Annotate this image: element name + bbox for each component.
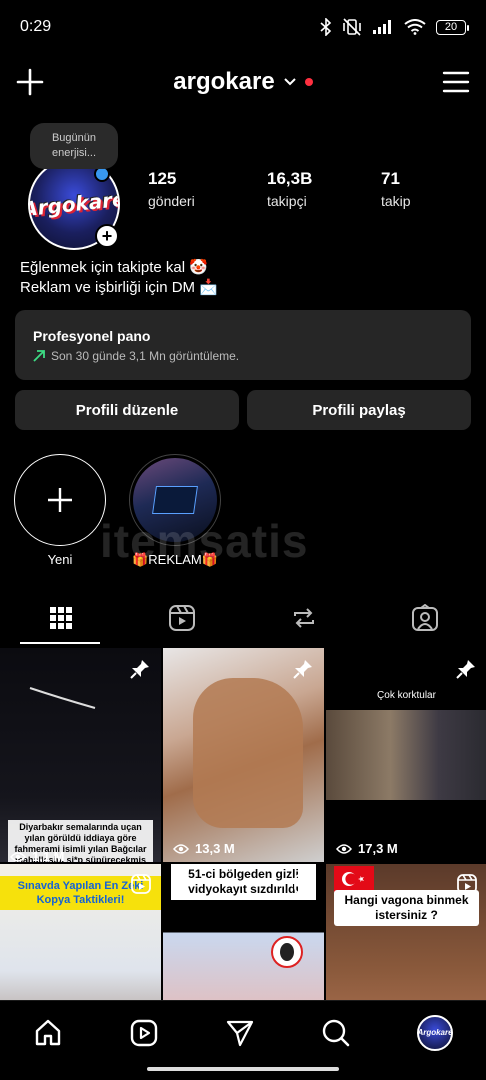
- status-time: 0:29: [20, 18, 52, 35]
- watermark: itemsatis: [100, 515, 309, 567]
- dashboard-views-text: Son 30 günde 3,1 Mn görüntüleme.: [51, 349, 240, 363]
- followers-count: 16,3B: [267, 169, 313, 188]
- home-icon[interactable]: [33, 1018, 63, 1048]
- battery-indicator: 20: [436, 19, 469, 35]
- eye-icon: [10, 851, 26, 862]
- profile-nav-avatar[interactable]: Argokare: [417, 1014, 453, 1051]
- trend-up-arrow-icon: [33, 350, 45, 362]
- tagged-user-icon: [412, 604, 439, 631]
- tab-tagged[interactable]: [365, 592, 486, 644]
- dashboard-subtitle: Son 30 günde 3,1 Mn görüntüleme.: [33, 349, 453, 363]
- active-tab-indicator: [20, 642, 100, 644]
- stat-posts[interactable]: 125 gönderi: [148, 169, 195, 209]
- home-indicator[interactable]: [147, 1067, 339, 1071]
- reel-icon: [457, 874, 477, 894]
- post-tile[interactable]: Hangi vagona binmek istersiniz ?: [326, 864, 486, 1000]
- battery-level: 20: [444, 21, 458, 33]
- create-plus-icon[interactable]: [16, 68, 44, 96]
- new-highlight-circle: [14, 454, 106, 546]
- signal-icon: [373, 20, 391, 34]
- bio-line-2: Reklam ve işbirliği için DM 📩: [20, 279, 218, 296]
- bottom-navigation: Argokare: [0, 1000, 486, 1064]
- search-icon[interactable]: [321, 1018, 351, 1048]
- post-tile[interactable]: Sınavda Yapılan En Zeki Kopya Taktikleri…: [0, 864, 161, 1000]
- send-message-icon[interactable]: [225, 1018, 255, 1048]
- stat-followers[interactable]: 16,3B takipçi: [267, 169, 312, 209]
- post-tile[interactable]: Diyarbakır semalarında uçan yılan görüld…: [0, 648, 161, 862]
- bluetooth-icon: [320, 18, 332, 36]
- alien-icon: [271, 936, 303, 968]
- tab-grid[interactable]: [0, 592, 122, 644]
- posts-grid: Diyarbakır semalarında uçan yılan görüld…: [0, 648, 486, 1000]
- post-tile[interactable]: 13,3 M: [163, 648, 324, 862]
- turkey-flag-icon: [334, 866, 374, 892]
- share-profile-button[interactable]: Profili paylaş: [247, 390, 471, 430]
- tab-reposts[interactable]: [243, 592, 365, 644]
- wifi-icon: [404, 19, 426, 35]
- notification-dot: [304, 78, 313, 86]
- menu-icon[interactable]: [442, 70, 470, 94]
- reels-icon: [169, 605, 196, 631]
- view-count-text: 13,3 M: [195, 841, 235, 856]
- grid-icon: [49, 607, 72, 629]
- view-count: 13,3 M: [173, 841, 235, 856]
- status-icons: 20: [320, 18, 469, 36]
- post-caption: Hangi vagona binmek istersiniz ?: [334, 890, 479, 926]
- view-count: 1,1 M: [10, 849, 65, 862]
- view-count: 17,3 M: [336, 841, 398, 856]
- followers-label: takipçi: [267, 193, 307, 209]
- bio-line-1: Eğlenmek için takipte kal 🤡: [20, 259, 208, 276]
- posts-label: gönderi: [148, 193, 195, 209]
- post-image-scene: [326, 710, 486, 800]
- username: argokare: [173, 68, 275, 95]
- account-switcher[interactable]: argokare: [173, 68, 313, 96]
- reel-icon: [131, 874, 151, 894]
- repost-icon: [293, 608, 314, 628]
- note-bubble[interactable]: Bugünün enerjisi...: [30, 123, 118, 169]
- profile-header: argokare: [0, 58, 486, 106]
- post-tile[interactable]: 51-ci bölgeden gizli vidyokayıt sızdırıl…: [163, 864, 324, 1000]
- reels-nav-icon[interactable]: [129, 1018, 159, 1048]
- following-label: takip: [381, 193, 411, 209]
- add-story-icon[interactable]: +: [95, 224, 119, 248]
- highlight-new[interactable]: Yeni: [14, 454, 106, 567]
- pin-icon: [456, 660, 475, 679]
- status-bar: 0:29 20: [0, 0, 486, 54]
- pin-icon: [293, 660, 312, 679]
- bio: Eğlenmek için takipte kal 🤡 Reklam ve iş…: [20, 258, 218, 298]
- post-image-subject: [193, 678, 303, 828]
- view-count-text: 17,3 M: [358, 841, 398, 856]
- posts-count: 125: [148, 169, 177, 188]
- following-count: 71: [381, 169, 400, 188]
- post-tile[interactable]: Çok korktular 17,3 M: [326, 648, 486, 862]
- edit-profile-button[interactable]: Profili düzenle: [15, 390, 239, 430]
- profile-tabs: [0, 592, 486, 644]
- plus-icon: [48, 488, 72, 512]
- laptop-graphic: [152, 486, 198, 514]
- professional-dashboard[interactable]: Profesyonel pano Son 30 günde 3,1 Mn gör…: [15, 310, 471, 380]
- stat-following[interactable]: 71 takip: [381, 169, 411, 209]
- chevron-down-icon: [283, 78, 296, 86]
- reel-icon: [294, 874, 314, 894]
- eye-icon: [336, 843, 352, 854]
- tab-reels[interactable]: [122, 592, 244, 644]
- pin-icon: [130, 660, 149, 679]
- post-caption-top: Çok korktular: [377, 690, 436, 701]
- view-count-text: 1,1 M: [32, 849, 65, 862]
- vibrate-off-icon: [343, 18, 361, 36]
- highlight-label: Yeni: [47, 552, 73, 567]
- dashboard-title: Profesyonel pano: [33, 328, 151, 344]
- nav-avatar-text: Argokare: [417, 1028, 453, 1037]
- eye-icon: [173, 843, 189, 854]
- avatar-logo-text: Argokare: [28, 186, 120, 222]
